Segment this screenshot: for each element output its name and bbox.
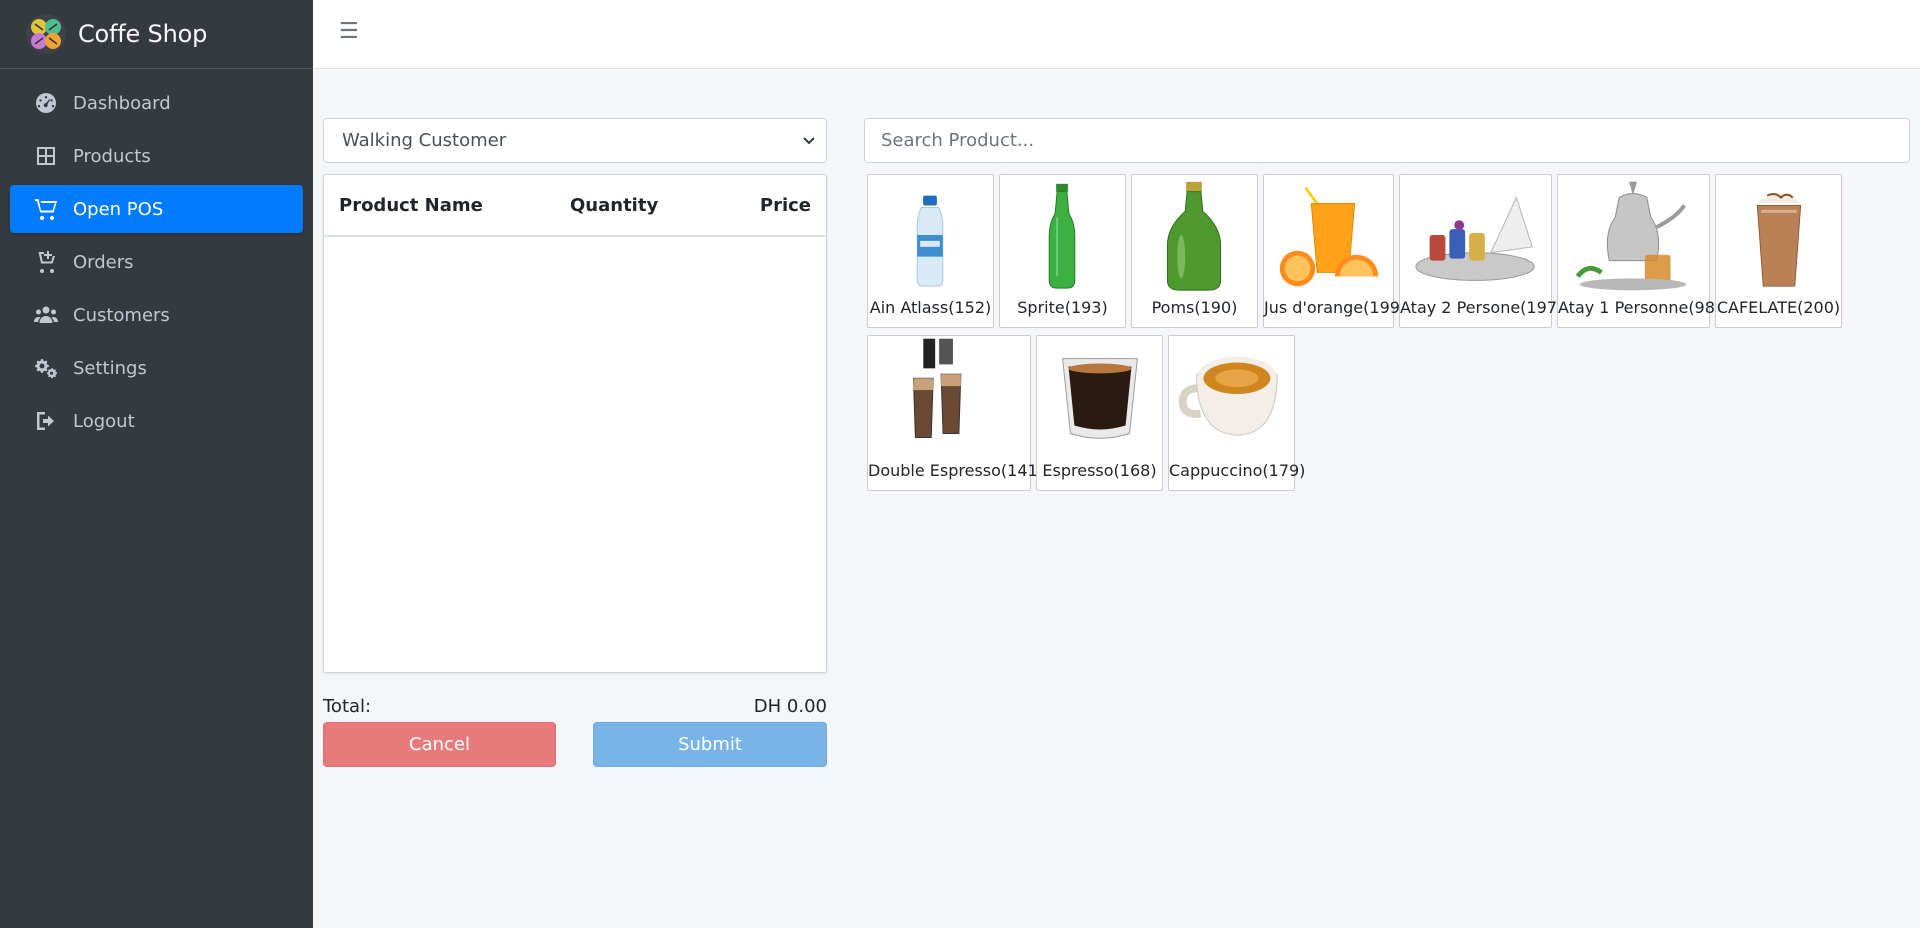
grid-icon [33,144,59,168]
top-navbar: ☰ [313,0,1920,69]
iced-coffee-image [1716,177,1841,293]
product-card[interactable]: Double Espresso(141) [867,335,1044,491]
product-card[interactable]: Atay 1 Personne(98) [1557,174,1722,328]
sidebar-item-logout[interactable]: Logout [10,397,303,445]
orange-juice-image [1264,177,1393,293]
product-card[interactable]: Cappuccino(179) [1168,335,1306,491]
column-header-quantity: Quantity [570,195,659,216]
sidebar-item-label: Open POS [73,198,164,220]
dashboard-icon [33,91,59,115]
customer-select[interactable]: Walking Customer [323,118,827,163]
product-label: Jus d'orange(199) [1264,298,1407,317]
sidebar-item-open-pos[interactable]: Open POS [10,185,303,233]
sidebar-item-label: Settings [73,357,147,379]
product-card[interactable]: Poms(190) [1131,174,1258,328]
users-icon [33,303,59,327]
total-row: Total: DH 0.00 [323,696,827,720]
sidebar-item-label: Orders [73,251,134,273]
product-label: Double Espresso(141) [868,461,1044,480]
teapot-image [1558,177,1709,293]
water-bottle-image [868,177,993,293]
espresso-glass-image [1037,338,1162,454]
product-card[interactable]: Ain Atlass(152) [867,174,994,328]
brand-logo-icon [26,14,66,54]
sidebar-item-label: Dashboard [73,92,171,114]
product-card[interactable]: Espresso(168) [1036,335,1163,491]
sidebar-item-products[interactable]: Products [10,132,303,180]
sidebar-item-label: Products [73,145,151,167]
sidebar-item-label: Customers [73,304,170,326]
product-label: Cappuccino(179) [1169,461,1306,480]
cart-icon [33,197,59,221]
hamburger-icon[interactable]: ☰ [339,20,359,44]
cart-plus-icon [33,250,59,274]
customer-select-value: Walking Customer [342,130,507,151]
logout-icon [33,409,59,433]
green-glass-bottle-image [1132,177,1257,293]
sidebar-item-dashboard[interactable]: Dashboard [10,79,303,127]
total-label: Total: [323,696,372,717]
sidebar-item-orders[interactable]: Orders [10,238,303,286]
product-card[interactable]: Atay 2 Persone(197) [1399,174,1564,328]
espresso-machine-image [868,338,1030,454]
cart-table-header: Product Name Quantity Price [324,175,826,237]
search-product-input[interactable] [864,118,1910,163]
green-soda-bottle-image [1000,177,1125,293]
total-value: DH 0.00 [753,696,827,717]
product-label: Espresso(168) [1042,461,1157,480]
cart-table: Product Name Quantity Price [323,174,827,673]
cancel-button[interactable]: Cancel [323,722,556,767]
sidebar-nav: Dashboard Products Open POS Orders Custo… [0,69,313,460]
product-label: Ain Atlass(152) [869,298,992,317]
sidebar: Coffe Shop Dashboard Products Open POS O… [0,0,313,928]
column-header-price: Price [759,195,811,216]
product-card[interactable]: Sprite(193) [999,174,1126,328]
submit-button[interactable]: Submit [593,722,827,767]
gears-icon [33,356,59,380]
brand[interactable]: Coffe Shop [0,0,313,69]
product-label: CAFELATE(200) [1716,298,1841,317]
chevron-down-icon [803,137,815,145]
sidebar-item-label: Logout [73,410,135,432]
cappuccino-cup-image [1169,338,1294,454]
sidebar-item-settings[interactable]: Settings [10,344,303,392]
product-label: Atay 1 Personne(98) [1558,298,1722,317]
tea-tray-image [1400,177,1551,293]
product-label: Sprite(193) [1017,298,1108,317]
product-label: Poms(190) [1151,298,1238,317]
column-header-product-name: Product Name [339,195,483,216]
product-card[interactable]: Jus d'orange(199) [1263,174,1407,328]
brand-title: Coffe Shop [78,20,208,48]
product-card[interactable]: CAFELATE(200) [1715,174,1842,328]
product-label: Atay 2 Persone(197) [1400,298,1564,317]
sidebar-item-customers[interactable]: Customers [10,291,303,339]
